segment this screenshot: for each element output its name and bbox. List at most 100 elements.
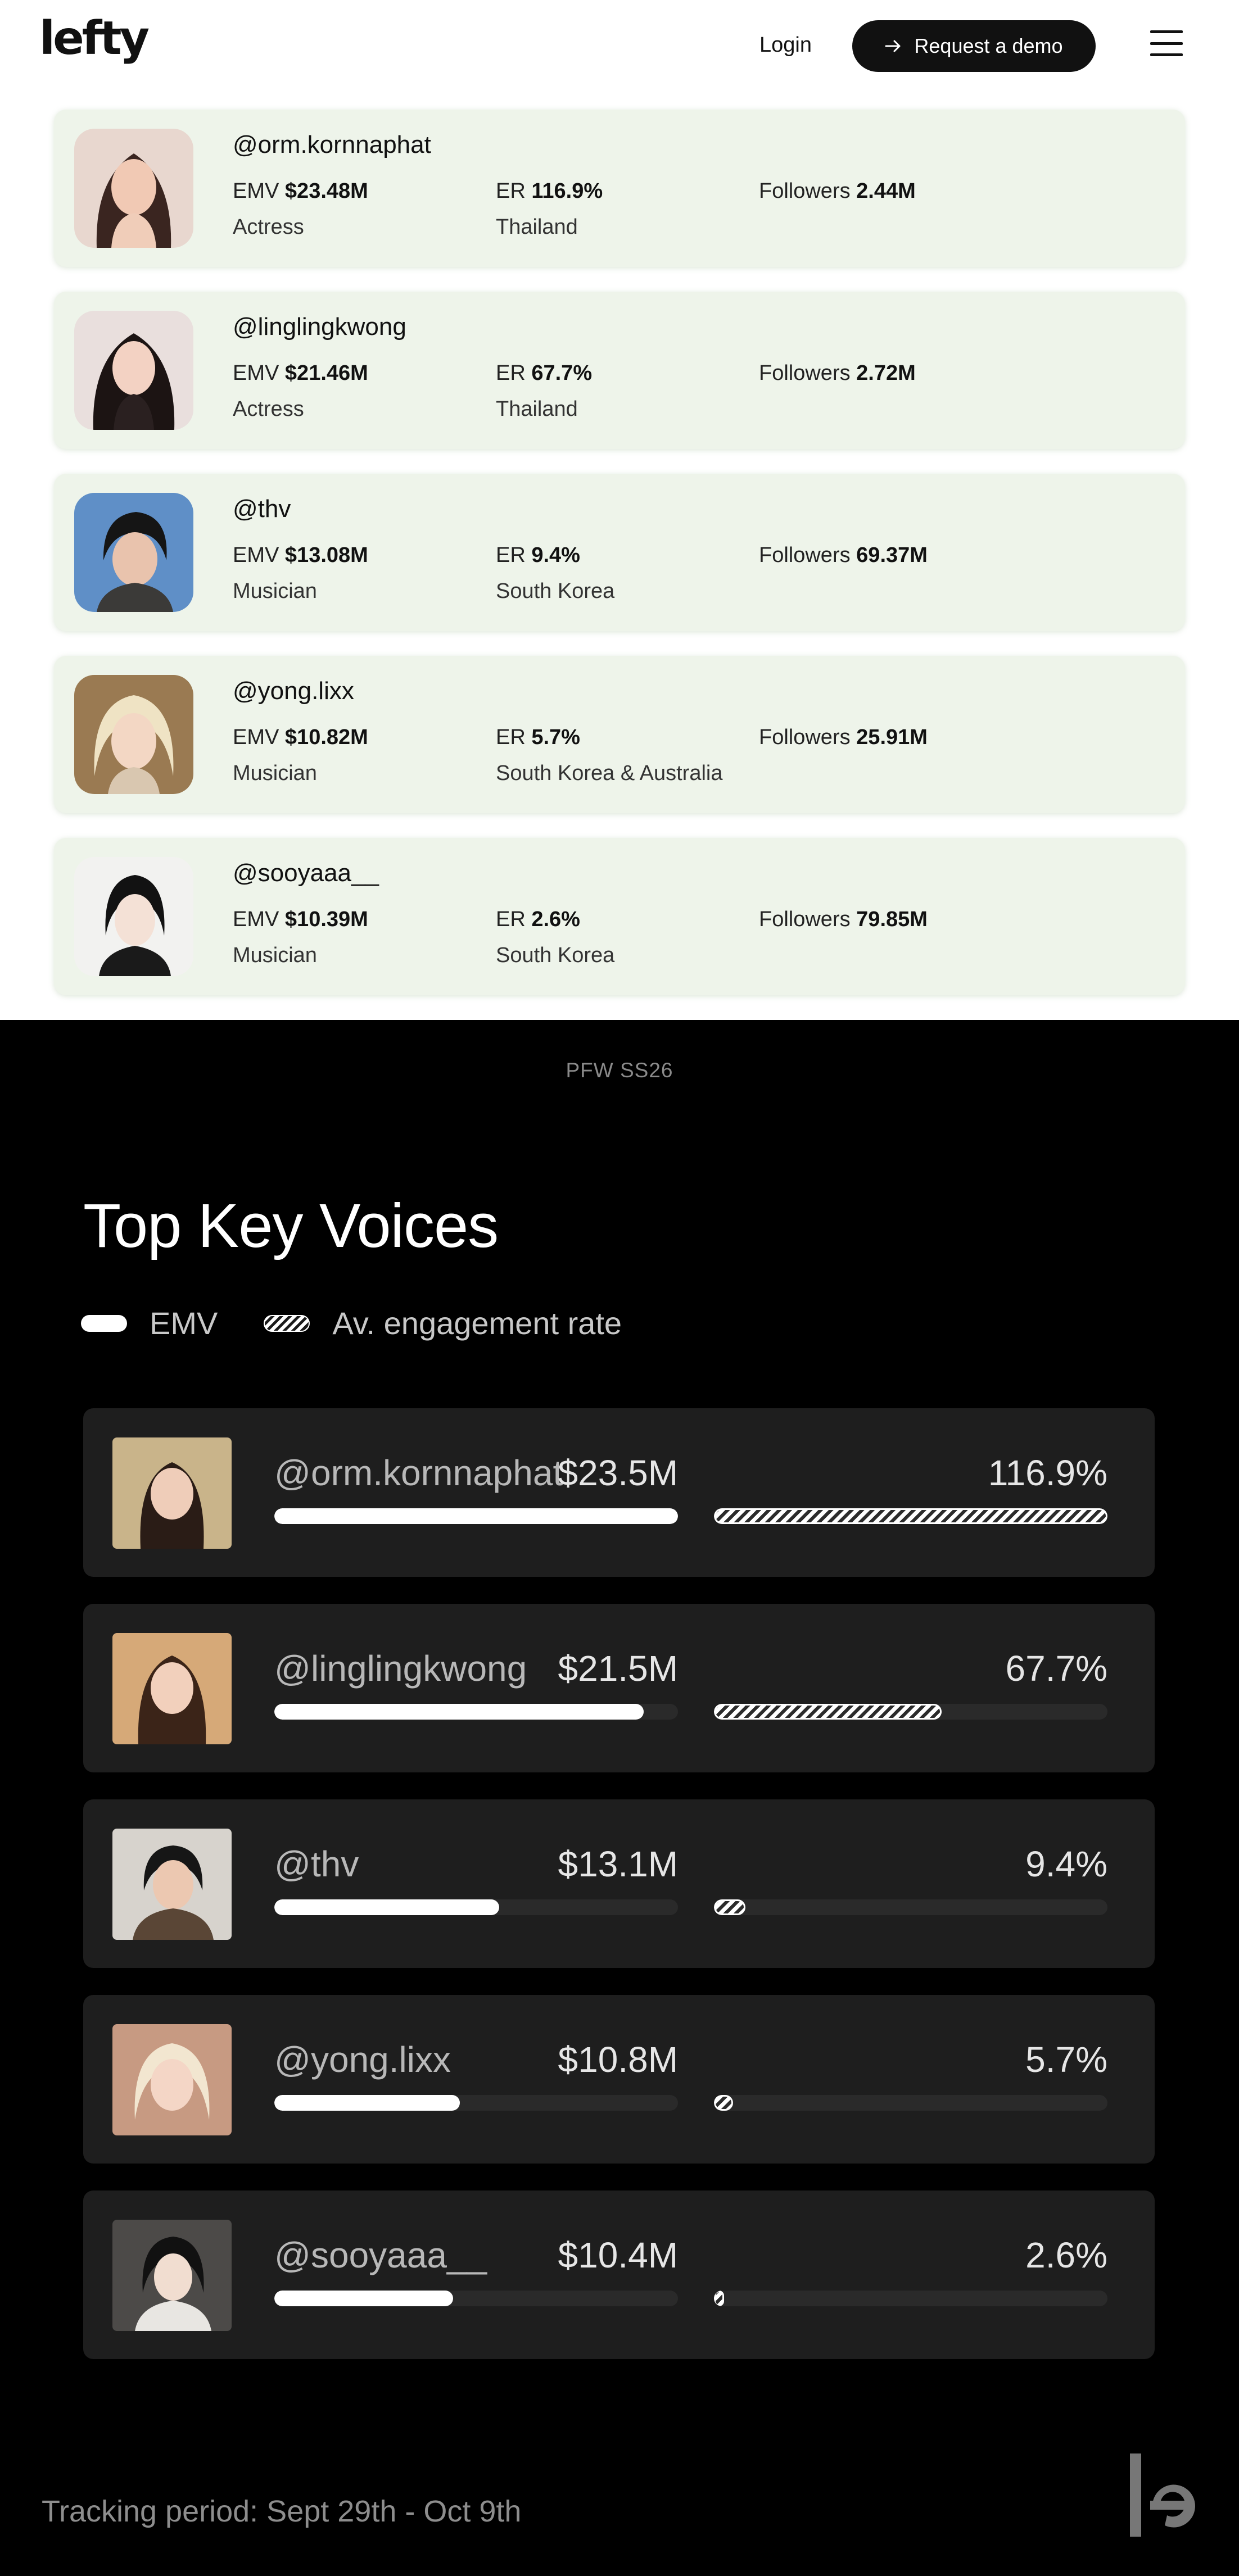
followers-stat: Followers 2.44M <box>759 179 916 203</box>
voice-handle: @thv <box>274 1844 359 1884</box>
creator-card[interactable]: @sooyaaa__ EMV $10.39M ER 2.6% Followers… <box>54 838 1185 995</box>
voice-er-value: 116.9% <box>988 1453 1107 1493</box>
creator-country: South Korea <box>496 944 615 967</box>
creator-country: Thailand <box>496 397 578 421</box>
emv-bar <box>274 1508 678 1524</box>
login-link[interactable]: Login <box>759 32 812 58</box>
emv-bar-track <box>274 1899 678 1915</box>
emv-bar <box>274 1899 500 1915</box>
creator-role: Musician <box>233 944 317 967</box>
voice-emv-value: $23.5M <box>558 1453 678 1493</box>
er-stat: ER 2.6% <box>496 908 580 931</box>
voice-er-value: 5.7% <box>1025 2039 1107 2080</box>
voice-er-value: 9.4% <box>1025 1844 1107 1884</box>
er-bar <box>714 1899 746 1915</box>
voice-emv-value: $21.5M <box>558 1648 678 1689</box>
followers-stat: Followers 25.91M <box>759 725 928 749</box>
emv-bar <box>274 2291 453 2306</box>
voice-row[interactable]: @thv $13.1M 9.4% <box>83 1799 1155 1968</box>
arrow-right-icon <box>885 40 901 52</box>
emv-bar <box>274 1704 644 1720</box>
section-title: Top Key Voices <box>83 1191 499 1260</box>
voice-handle: @orm.kornnaphat <box>274 1453 563 1493</box>
emv-bar-track <box>274 2291 678 2306</box>
creator-handle[interactable]: @linglingkwong <box>233 313 406 341</box>
creator-country: South Korea & Australia <box>496 761 723 785</box>
creator-handle[interactable]: @thv <box>233 495 291 523</box>
emv-stat: EMV $13.08M <box>233 543 368 567</box>
voice-thumbnail <box>112 2220 232 2331</box>
creator-role: Actress <box>233 215 304 239</box>
creator-role: Actress <box>233 397 304 421</box>
request-demo-label: Request a demo <box>914 34 1063 57</box>
voice-emv-value: $10.8M <box>558 2039 678 2080</box>
voice-row[interactable]: @yong.lixx $10.8M 5.7% <box>83 1995 1155 2164</box>
er-legend-swatch <box>264 1314 310 1332</box>
er-bar <box>714 2291 724 2306</box>
creator-handle[interactable]: @sooyaaa__ <box>233 859 379 887</box>
er-stat: ER 116.9% <box>496 179 603 203</box>
avatar <box>74 675 193 794</box>
creator-handle[interactable]: @orm.kornnaphat <box>233 131 431 159</box>
voice-handle: @yong.lixx <box>274 2039 451 2080</box>
hamburger-menu-icon[interactable] <box>1150 30 1183 56</box>
emv-bar <box>274 2095 460 2111</box>
followers-stat: Followers 79.85M <box>759 908 928 931</box>
voice-thumbnail <box>112 2024 232 2135</box>
creator-handle[interactable]: @yong.lixx <box>233 677 354 705</box>
er-bar-track <box>714 2291 1107 2306</box>
er-bar-track <box>714 1704 1107 1720</box>
emv-legend-swatch <box>81 1314 127 1332</box>
voice-er-value: 67.7% <box>1005 1648 1107 1689</box>
creator-role: Musician <box>233 579 317 603</box>
emv-bar-track <box>274 2095 678 2111</box>
er-bar-track <box>714 1508 1107 1524</box>
voice-thumbnail <box>112 1437 232 1549</box>
emv-stat: EMV $21.46M <box>233 361 368 385</box>
voice-row[interactable]: @sooyaaa__ $10.4M 2.6% <box>83 2190 1155 2359</box>
avatar <box>74 129 193 248</box>
creator-role: Musician <box>233 761 317 785</box>
voice-thumbnail <box>112 1829 232 1940</box>
voice-thumbnail <box>112 1633 232 1744</box>
lefty-logo[interactable]: lefty <box>39 16 150 62</box>
er-stat: ER 67.7% <box>496 361 593 385</box>
er-legend-label: Av. engagement rate <box>332 1305 622 1341</box>
emv-stat: EMV $10.82M <box>233 725 368 749</box>
event-tag: PFW SS26 <box>566 1059 673 1082</box>
er-stat: ER 5.7% <box>496 725 580 749</box>
creator-country: South Korea <box>496 579 615 603</box>
creator-card[interactable]: @yong.lixx EMV $10.82M ER 5.7% Followers… <box>54 656 1185 813</box>
creator-country: Thailand <box>496 215 578 239</box>
er-bar-track <box>714 2095 1107 2111</box>
er-bar <box>714 2095 734 2111</box>
voice-er-value: 2.6% <box>1025 2235 1107 2275</box>
er-bar <box>714 1704 942 1720</box>
voice-handle: @linglingkwong <box>274 1648 527 1689</box>
avatar <box>74 311 193 430</box>
emv-bar-track <box>274 1508 678 1524</box>
avatar <box>74 493 193 612</box>
er-stat: ER 9.4% <box>496 543 580 567</box>
request-demo-button[interactable]: Request a demo <box>852 20 1096 72</box>
followers-stat: Followers 2.72M <box>759 361 916 385</box>
voice-row[interactable]: @linglingkwong $21.5M 67.7% <box>83 1604 1155 1772</box>
er-bar-track <box>714 1899 1107 1915</box>
chart-legend: EMV Av. engagement rate <box>81 1305 622 1341</box>
voice-handle: @sooyaaa__ <box>274 2235 487 2275</box>
voice-emv-value: $13.1M <box>558 1844 678 1884</box>
top-nav: lefty Login Request a demo <box>0 0 1239 92</box>
voice-row[interactable]: @orm.kornnaphat $23.5M 116.9% <box>83 1408 1155 1577</box>
emv-legend-label: EMV <box>150 1305 218 1341</box>
creator-card[interactable]: @linglingkwong EMV $21.46M ER 67.7% Foll… <box>54 292 1185 449</box>
avatar <box>74 857 193 976</box>
emv-bar-track <box>274 1704 678 1720</box>
emv-stat: EMV $10.39M <box>233 908 368 931</box>
er-bar <box>714 1508 1107 1524</box>
tracking-period: Tracking period: Sept 29th - Oct 9th <box>42 2495 522 2528</box>
emv-stat: EMV $23.48M <box>233 179 368 203</box>
followers-stat: Followers 69.37M <box>759 543 928 567</box>
creator-card[interactable]: @thv EMV $13.08M ER 9.4% Followers 69.37… <box>54 474 1185 631</box>
creator-card[interactable]: @orm.kornnaphat EMV $23.48M ER 116.9% Fo… <box>54 110 1185 267</box>
creator-list-section: @orm.kornnaphat EMV $23.48M ER 116.9% Fo… <box>0 92 1239 1020</box>
